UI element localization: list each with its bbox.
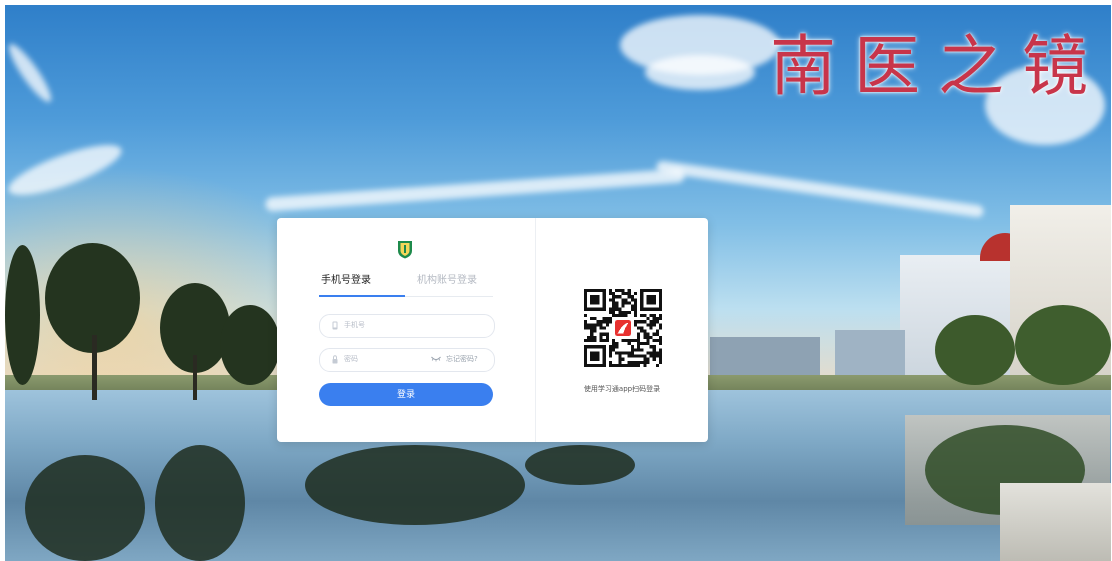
qr-code: [584, 289, 662, 367]
tab-org-login[interactable]: 机构账号登录: [417, 274, 477, 288]
divider: [535, 218, 536, 442]
login-card: 手机号登录 机构账号登录 手机号 忘记密码? 登录 使用学习通app扫码登录: [277, 218, 708, 442]
phone-field: [319, 314, 495, 338]
eye-closed-icon[interactable]: [431, 356, 441, 362]
tab-phone-login[interactable]: 手机号登录: [321, 274, 371, 288]
login-form: 手机号登录 机构账号登录 手机号 忘记密码? 登录: [277, 218, 535, 442]
lock-icon: [332, 355, 338, 364]
active-tab-indicator: [319, 295, 405, 297]
xuexitong-logo-icon: [613, 318, 633, 338]
password-input[interactable]: [344, 352, 434, 366]
calligraphy-title: 南医之镜: [770, 28, 1106, 105]
forgot-password-link[interactable]: 忘记密码?: [446, 354, 478, 364]
school-logo-icon: [398, 241, 412, 259]
login-button[interactable]: 登录: [319, 383, 493, 406]
login-page: 南医之镜 手机号登录 机构账号登录 手机号 忘记密码? 登录 使用学习通app扫…: [0, 0, 1112, 561]
qr-caption: 使用学习通app扫码登录: [583, 385, 661, 393]
phone-input[interactable]: [344, 318, 434, 332]
login-tabs: 手机号登录 机构账号登录: [319, 274, 493, 297]
phone-icon: [332, 321, 338, 330]
password-field: 忘记密码?: [319, 348, 495, 372]
